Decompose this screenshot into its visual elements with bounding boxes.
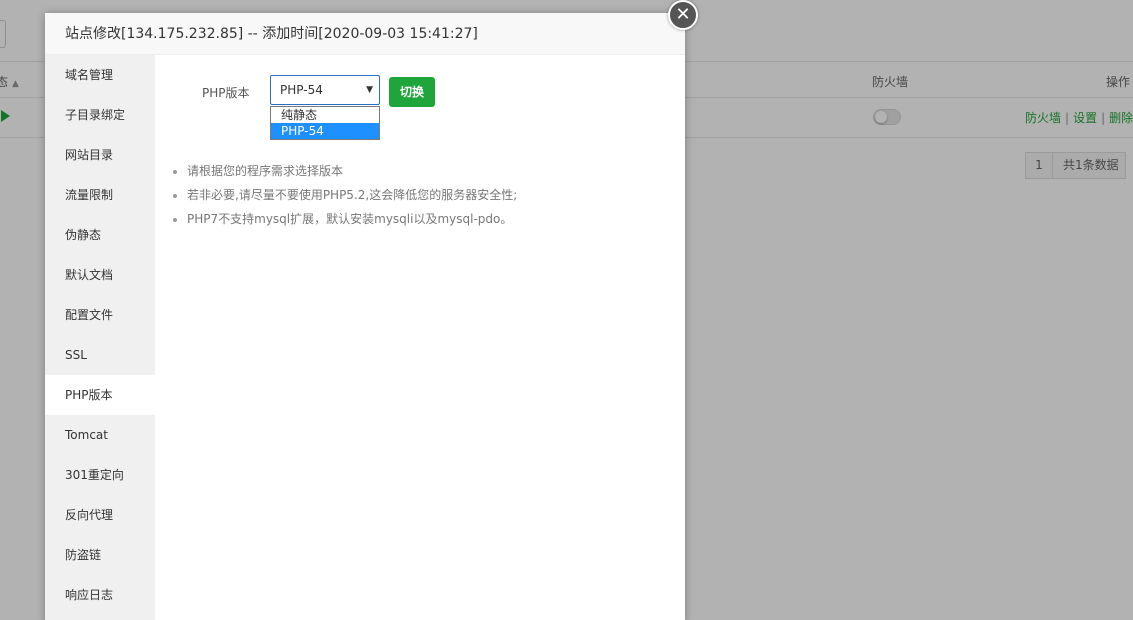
list-item: 若非必要,请尽量不要使用PHP5.2,这会降低您的服务器安全性; bbox=[187, 183, 517, 207]
php-version-panel: PHP版本 PHP-54 ▼ 切换 纯静态 PHP-54 请根据您的程序需求选择… bbox=[155, 55, 685, 620]
tips-list: 请根据您的程序需求选择版本 若非必要,请尽量不要使用PHP5.2,这会降低您的服… bbox=[171, 159, 517, 231]
sidebar-item-subdir[interactable]: 子目录绑定 bbox=[45, 95, 155, 135]
php-select-value: PHP-54 bbox=[280, 83, 323, 97]
close-icon[interactable]: ✕ bbox=[668, 0, 698, 30]
site-edit-modal: 站点修改[134.175.232.85] -- 添加时间[2020-09-03 … bbox=[45, 13, 685, 620]
sidebar-item-reverse-proxy[interactable]: 反向代理 bbox=[45, 495, 155, 535]
modal-title: 站点修改[134.175.232.85] -- 添加时间[2020-09-03 … bbox=[45, 13, 685, 55]
sidebar-item-traffic-limit[interactable]: 流量限制 bbox=[45, 175, 155, 215]
sidebar-item-config-file[interactable]: 配置文件 bbox=[45, 295, 155, 335]
sidebar-item-php-version[interactable]: PHP版本 bbox=[45, 375, 155, 415]
dropdown-option-php54[interactable]: PHP-54 bbox=[271, 123, 379, 139]
php-version-label: PHP版本 bbox=[202, 86, 250, 100]
dropdown-arrow-icon: ▼ bbox=[366, 85, 373, 95]
sidebar-item-domain[interactable]: 域名管理 bbox=[45, 55, 155, 95]
sidebar-item-301-redirect[interactable]: 301重定向 bbox=[45, 455, 155, 495]
sidebar-item-site-dir[interactable]: 网站目录 bbox=[45, 135, 155, 175]
php-version-select[interactable]: PHP-54 ▼ bbox=[270, 75, 380, 105]
list-item: PHP7不支持mysql扩展，默认安装mysqli以及mysql-pdo。 bbox=[187, 207, 517, 231]
php-version-dropdown: 纯静态 PHP-54 bbox=[270, 106, 380, 140]
dropdown-option-static[interactable]: 纯静态 bbox=[271, 107, 379, 123]
sidebar-item-default-doc[interactable]: 默认文档 bbox=[45, 255, 155, 295]
sidebar-item-ssl[interactable]: SSL bbox=[45, 335, 155, 375]
sidebar-item-response-log[interactable]: 响应日志 bbox=[45, 575, 155, 615]
sidebar-item-rewrite[interactable]: 伪静态 bbox=[45, 215, 155, 255]
switch-button[interactable]: 切换 bbox=[389, 77, 435, 107]
list-item: 请根据您的程序需求选择版本 bbox=[187, 159, 517, 183]
sidebar-item-hotlink[interactable]: 防盗链 bbox=[45, 535, 155, 575]
sidebar-item-tomcat[interactable]: Tomcat bbox=[45, 415, 155, 455]
modal-sidebar: 域名管理 子目录绑定 网站目录 流量限制 伪静态 默认文档 配置文件 SSL P… bbox=[45, 55, 155, 620]
